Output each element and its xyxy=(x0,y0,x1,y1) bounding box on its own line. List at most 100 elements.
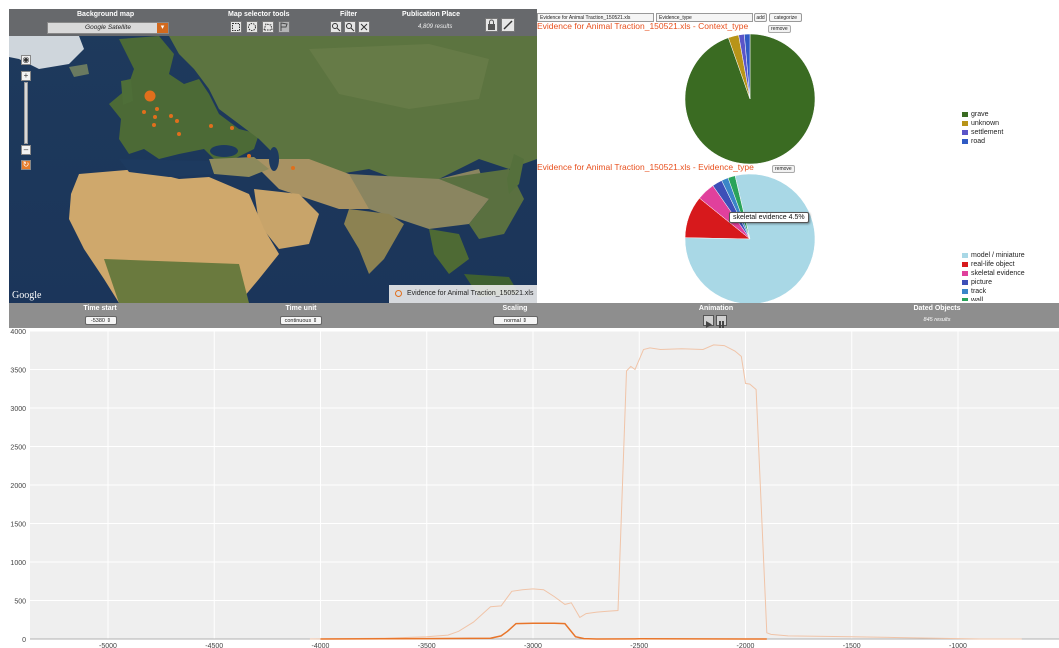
square-select-icon xyxy=(232,23,240,31)
x-tick-label: -1000 xyxy=(949,643,967,648)
pie-title-evidence-type: Evidence for Animal Traction_150521.xls … xyxy=(537,162,754,172)
x-tick-label: -4500 xyxy=(205,643,223,648)
legend-item[interactable]: settlement xyxy=(962,128,1003,137)
scaling-value: normal xyxy=(504,318,521,324)
timeline-chart[interactable]: -5000 -4500 -4000 -3500 -3000 -2500 -2000 -1500… xyxy=(0,328,1059,648)
x-tick-label: -4000 xyxy=(312,643,330,648)
filter-label: Filter xyxy=(340,11,358,18)
legend-item[interactable]: model / miniature xyxy=(962,251,1025,260)
lock-button[interactable] xyxy=(485,18,498,32)
pause-button[interactable] xyxy=(716,315,727,328)
y-tick-label: 1500 xyxy=(10,522,26,529)
magnifier-icon xyxy=(332,23,341,32)
polygon-select-button[interactable] xyxy=(262,21,274,33)
zoom-in-button[interactable]: + xyxy=(21,71,31,81)
y-tick-label: 2000 xyxy=(10,483,26,490)
x-tick-label: -2500 xyxy=(630,643,648,648)
legend-label: real-life object xyxy=(971,261,1015,268)
diagonal-resize-icon xyxy=(503,20,513,30)
legend-label: road xyxy=(971,138,986,145)
legend-item[interactable]: grave xyxy=(962,110,1003,119)
background-map-label: Background map xyxy=(77,11,135,18)
scaling-label: Scaling xyxy=(502,305,528,312)
legend-label: grave xyxy=(971,111,989,118)
legend-item[interactable]: picture xyxy=(962,278,1025,287)
y-tick-label: 4000 xyxy=(10,329,26,336)
categorize-button[interactable]: categorize xyxy=(769,13,802,22)
close-icon xyxy=(360,23,368,31)
legend-marker-icon xyxy=(395,290,402,297)
time-start-select[interactable]: -5380 ⇕ xyxy=(85,316,117,325)
results-count: 4,809 results xyxy=(418,24,453,30)
legend-label: model / miniature xyxy=(971,252,1025,259)
legend-label: settlement xyxy=(971,129,1004,136)
legend-label: unknown xyxy=(971,120,1000,127)
x-tick-label: -1500 xyxy=(843,643,861,648)
legend-item[interactable]: wall xyxy=(962,296,1025,301)
zoom-slider[interactable] xyxy=(24,82,28,144)
x-tick-label: -5000 xyxy=(99,643,117,648)
filter-clear-button[interactable] xyxy=(358,21,370,33)
filter-zoom-button[interactable] xyxy=(330,21,342,33)
polygon-select-icon xyxy=(263,23,273,31)
timeline-toolbar: Time start -5380 ⇕ Time unit continuous … xyxy=(9,303,1059,328)
pie-title-context-type: Evidence for Animal Traction_150521.xls … xyxy=(537,21,749,31)
pie-tooltip: skeletal evidence 4.5% xyxy=(729,212,809,223)
pan-button[interactable]: ◉ xyxy=(21,55,31,65)
zoom-out-button[interactable]: – xyxy=(21,145,31,155)
magnifier-icon xyxy=(346,23,355,32)
map-toolbar: Background map Google Satellite ▾ Map se… xyxy=(9,9,537,36)
x-tick-label: -3000 xyxy=(524,643,542,648)
legend-evidence-type: model / miniature real-life object skele… xyxy=(962,251,1025,301)
legend-item[interactable]: road xyxy=(962,137,1003,146)
circle-select-button[interactable] xyxy=(246,21,258,33)
legend-item[interactable]: unknown xyxy=(962,119,1003,128)
country-select-button[interactable] xyxy=(278,21,290,33)
circle-select-icon xyxy=(248,23,256,31)
play-button[interactable] xyxy=(703,315,714,328)
time-unit-select[interactable]: continuous ⇕ xyxy=(280,316,322,325)
map-legend-label: Evidence for Animal Traction_150521.xls xyxy=(407,290,534,297)
time-unit-value: continuous xyxy=(284,318,312,324)
animation-label: Animation xyxy=(698,305,734,312)
lock-icon xyxy=(488,19,495,30)
legend-label: track xyxy=(971,288,987,295)
dated-objects-label: Dated Objects xyxy=(913,305,961,312)
time-unit-label: Time unit xyxy=(285,305,317,312)
legend-label: skeletal evidence xyxy=(971,270,1025,277)
map-panel[interactable]: Background map Google Satellite ▾ Map se… xyxy=(9,9,537,303)
square-select-button[interactable] xyxy=(230,21,242,33)
scaling-select[interactable]: normal ⇕ xyxy=(493,316,538,325)
legend-item[interactable]: real-life object xyxy=(962,260,1025,269)
y-tick-label: 500 xyxy=(14,599,26,606)
y-tick-label: 2500 xyxy=(10,445,26,452)
filter-invert-button[interactable] xyxy=(344,21,356,33)
x-tick-label: -2000 xyxy=(737,643,755,648)
background-map-select[interactable]: Google Satellite ▾ xyxy=(47,22,169,34)
flag-icon xyxy=(280,22,288,31)
x-tick-label: -3500 xyxy=(418,643,436,648)
add-button[interactable]: add xyxy=(754,13,767,22)
y-tick-label: 1000 xyxy=(10,560,26,567)
satellite-map[interactable] xyxy=(9,9,537,303)
y-tick-label: 3500 xyxy=(10,368,26,375)
resize-button[interactable] xyxy=(501,18,515,32)
legend-label: wall xyxy=(971,297,984,301)
background-map-value: Google Satellite xyxy=(85,24,131,31)
reset-button[interactable]: ↻ xyxy=(21,160,31,170)
legend-context-type: grave unknown settlement road xyxy=(962,110,1003,146)
time-start-label: Time start xyxy=(83,305,117,312)
map-legend: Evidence for Animal Traction_150521.xls xyxy=(389,285,537,303)
legend-item[interactable]: skeletal evidence xyxy=(962,269,1025,278)
y-tick-label: 0 xyxy=(22,637,26,644)
pie-chart-context-type[interactable] xyxy=(683,32,817,166)
time-start-value: -5380 xyxy=(90,318,105,324)
map-selector-tools-label: Map selector tools xyxy=(228,11,290,18)
legend-item[interactable]: track xyxy=(962,287,1025,296)
legend-label: picture xyxy=(971,279,993,286)
publication-place-label: Publication Place xyxy=(402,11,460,18)
google-logo: Google xyxy=(12,290,42,301)
pie-chart-evidence-type[interactable] xyxy=(683,172,817,306)
chevron-down-icon: ▾ xyxy=(157,23,168,33)
y-tick-label: 3000 xyxy=(10,406,26,413)
